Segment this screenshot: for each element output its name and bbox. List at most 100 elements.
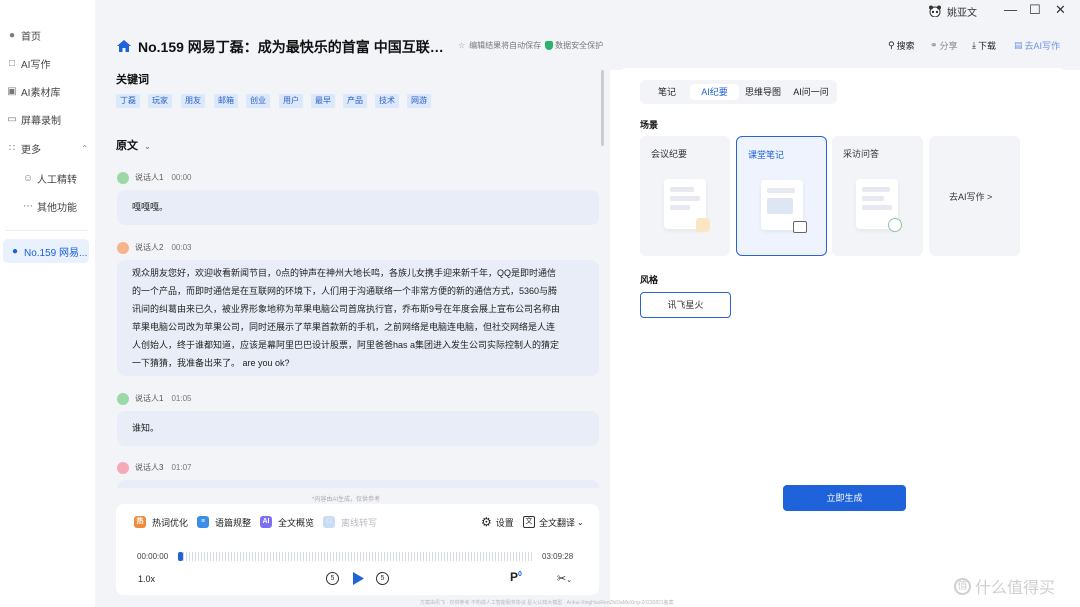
user-profile[interactable]: 姚亚文 [928, 3, 977, 19]
speaker-name: 说话人3 [135, 463, 164, 472]
search-label: 搜索 [896, 41, 915, 51]
timestamp[interactable]: 01:07 [171, 463, 191, 472]
generate-button[interactable]: 立即生成 [783, 485, 906, 511]
feature-label: 语篇规整 [215, 517, 252, 528]
transcript-bubble[interactable] [117, 480, 599, 488]
sidebar-item-manual[interactable]: ☺ 人工精转 [22, 166, 77, 190]
ai-overview-icon: AI [260, 516, 272, 528]
keyword-tag[interactable]: 朋友 [181, 94, 205, 108]
tab-ai-summary[interactable]: AI纪要 [690, 84, 739, 100]
transcript-bubble[interactable]: 嘎嘎嘎。 [117, 190, 599, 225]
scene-card-meeting[interactable]: 会议纪要 [640, 136, 730, 256]
source-title-dropdown[interactable]: 原文 ⌄ [116, 137, 151, 153]
sidebar-item-more[interactable]: ∷ 更多 ⌃ [6, 136, 88, 160]
sidebar-item-other[interactable]: ⋯ 其他功能 [22, 194, 77, 218]
speed-button[interactable]: 1.0x [138, 574, 155, 584]
hotword-button[interactable]: 热 热词优化 [134, 515, 188, 529]
speaker-header[interactable]: 说话人1 01:05 [117, 392, 191, 405]
speaker-name: 说话人1 [135, 394, 164, 403]
share-icon: ⚭ [930, 40, 938, 50]
offline-transcribe-button[interactable]: □ 离线转写 [323, 515, 377, 529]
scissors-icon[interactable]: ✂⌄ [557, 572, 572, 585]
scene-card-ai-write[interactable]: 去AI写作 > [929, 136, 1020, 256]
progress-handle[interactable] [178, 552, 183, 561]
keyword-tag[interactable]: 产品 [343, 94, 367, 108]
keyword-tag[interactable]: 创业 [246, 94, 270, 108]
play-icon[interactable] [352, 572, 364, 588]
translate-label: 全文翻译 [539, 517, 576, 528]
user-name: 姚亚文 [947, 7, 977, 19]
scene-card-classroom[interactable]: 课堂笔记 [736, 136, 827, 256]
maximize-icon[interactable]: ☐ [1029, 2, 1041, 18]
forward-icon[interactable]: 5 [376, 572, 389, 585]
chevron-down-icon: ⌄ [144, 142, 151, 151]
sidebar-item-ai-write[interactable]: □ AI写作 [6, 51, 50, 75]
sidebar: ● 首页 □ AI写作 ▣ AI素材库 ▭ 屏幕录制 ∷ 更多 ⌃ ☺ 人工精转… [0, 0, 95, 607]
search-button[interactable]: ⚲ 搜索 [888, 39, 915, 52]
transcript-bubble[interactable]: 观众朋友您好，欢迎收看新闻节目，0点的钟声在神州大地长鸣，各族儿女携手迎来新千年… [117, 260, 599, 376]
feature-label: 全文概览 [278, 517, 315, 528]
page-title: No.159 网易丁磊：成为最快乐的首富 中国互联网教父 [138, 39, 444, 55]
keyword-tag[interactable]: 技术 [375, 94, 399, 108]
keyword-tag[interactable]: 最早 [311, 94, 335, 108]
timestamp[interactable]: 01:05 [171, 394, 191, 403]
footer-disclaimer: 方案由讯飞 · 仅供参考 不构成人工智能服务协议 星火认知大模型 · Anhui… [420, 600, 674, 606]
flag-button[interactable]: P0 [510, 570, 522, 584]
speaker-name: 说话人2 [135, 243, 164, 252]
progress-track[interactable] [178, 552, 534, 561]
rewind-icon[interactable]: 5 [326, 572, 339, 585]
overview-button[interactable]: AI 全文概览 [260, 515, 314, 529]
panda-avatar-icon [928, 5, 942, 18]
settings-button[interactable]: ⚙ 设置 [481, 515, 514, 529]
avatar [117, 392, 129, 405]
tab-mind-map[interactable]: 思维导图 [741, 84, 785, 100]
page-title-row: No.159 网易丁磊：成为最快乐的首富 中国互联网教父 [116, 36, 444, 58]
transcript-scrollbar[interactable] [601, 70, 604, 146]
tab-ai-ask[interactable]: AI问一问 [789, 84, 833, 100]
autosave-status: ☆ 编辑结果将自动保存 数据安全保护 [458, 40, 603, 51]
offline-transcribe-icon: □ [323, 516, 335, 528]
sidebar-item-home[interactable]: ● 首页 [6, 23, 41, 47]
keyword-tag[interactable]: 玩家 [148, 94, 172, 108]
tab-notes[interactable]: 笔记 [652, 84, 682, 100]
shield-icon [545, 41, 554, 50]
speaker-header[interactable]: 说话人2 00:03 [117, 241, 191, 254]
share-button[interactable]: ⚭ 分享 [930, 39, 958, 52]
ai-write-button[interactable]: ▤ 去AI写作 [1014, 39, 1060, 52]
feature-label: 离线转写 [341, 517, 378, 528]
keyword-tag[interactable]: 丁磊 [116, 94, 140, 108]
text-normalize-icon: ≡ [197, 516, 209, 528]
meeting-illustration-icon [664, 179, 710, 232]
timestamp[interactable]: 00:03 [171, 243, 191, 252]
star-icon[interactable]: ☆ [458, 41, 465, 50]
sidebar-divider [6, 230, 88, 231]
more-dots-icon: ⋯ [23, 200, 33, 212]
text-normalize-button[interactable]: ≡ 语篇规整 [197, 515, 251, 529]
sidebar-item-screen-record[interactable]: ▭ 屏幕录制 [6, 107, 61, 131]
keyword-tag[interactable]: 用户 [279, 94, 303, 108]
mark-count: 0 [518, 571, 522, 578]
keyword-tag[interactable]: 邮箱 [214, 94, 238, 108]
scene-card-interview[interactable]: 采访问答 [832, 136, 923, 256]
sidebar-item-current-file[interactable]: ● No.159 网易... [3, 239, 89, 263]
transcript-bubble[interactable]: 谁知。 [117, 411, 599, 446]
keyword-tag[interactable]: 网游 [407, 94, 431, 108]
style-title: 风格 [640, 275, 659, 285]
sidebar-item-label: 首页 [21, 31, 41, 43]
speaker-header[interactable]: 说话人1 00:00 [117, 171, 191, 184]
home-icon[interactable] [116, 39, 132, 56]
transcript-text: 谁知。 [132, 423, 160, 433]
speaker-name: 说话人1 [135, 173, 164, 182]
timestamp[interactable]: 00:00 [171, 173, 191, 182]
mic-icon: ● [11, 245, 19, 257]
hotword-icon: 热 [134, 516, 146, 528]
close-icon[interactable]: ✕ [1055, 2, 1066, 18]
download-button[interactable]: ⤓ 下载 [972, 39, 996, 52]
sidebar-item-ai-material[interactable]: ▣ AI素材库 [6, 79, 60, 103]
style-option-spark[interactable]: 讯飞星火 [640, 292, 731, 318]
speaker-header[interactable]: 说话人3 01:07 [117, 461, 191, 474]
scene-label: 采访问答 [843, 149, 880, 159]
minimize-icon[interactable]: — [1004, 2, 1017, 17]
keywords-title: 关键词 [116, 74, 149, 86]
translate-button[interactable]: 文 全文翻译 ⌄ [523, 515, 584, 529]
